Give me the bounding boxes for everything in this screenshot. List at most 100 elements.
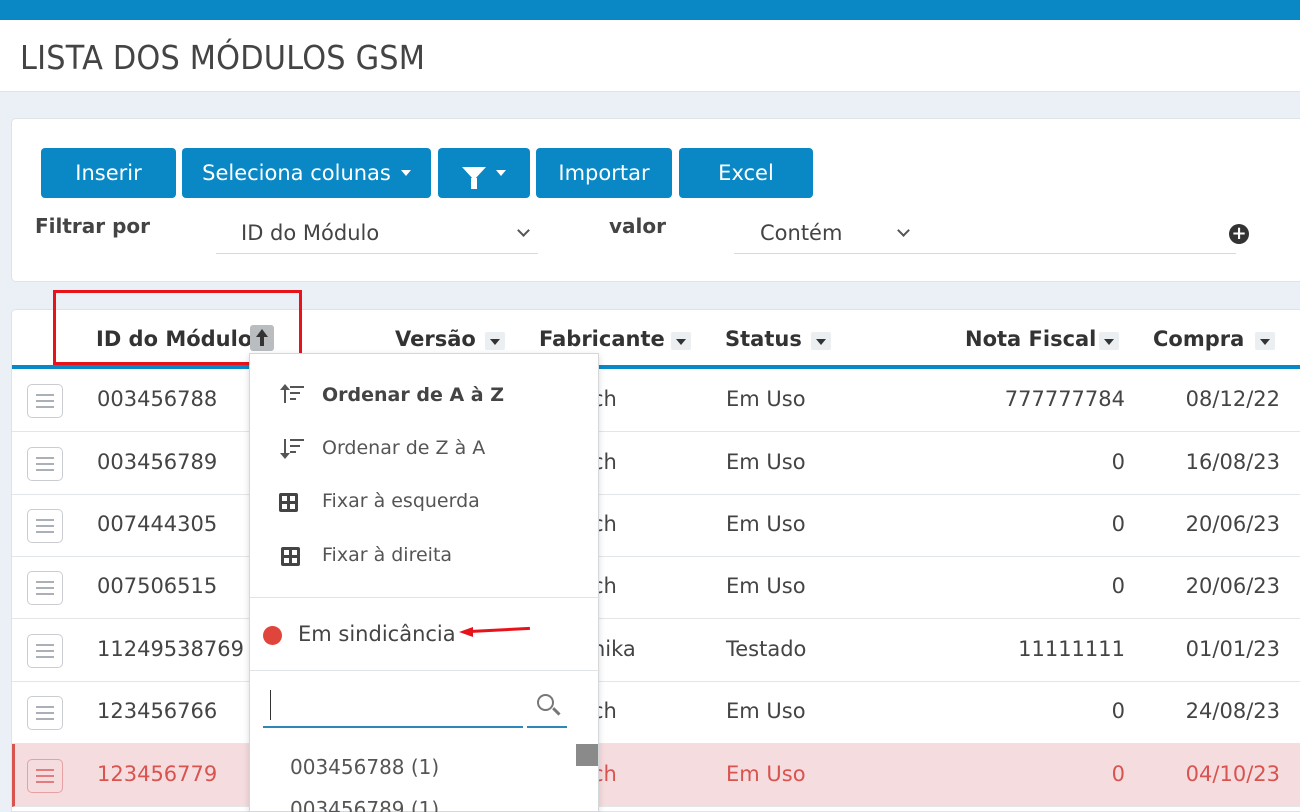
cell-status: Testado bbox=[726, 637, 807, 661]
filter-panel bbox=[11, 118, 1300, 282]
cell-invoice: 0 bbox=[1111, 762, 1125, 786]
value-label: valor bbox=[609, 214, 666, 238]
cell-invoice: 0 bbox=[1111, 450, 1125, 474]
import-button[interactable]: Importar bbox=[536, 148, 672, 198]
cell-purchase: 20/06/23 bbox=[1185, 512, 1280, 536]
table-row[interactable]: 003456789 ch Em Uso 0 16/08/23 bbox=[12, 432, 1300, 495]
cell-invoice: 0 bbox=[1111, 512, 1125, 536]
cell-purchase: 20/06/23 bbox=[1185, 574, 1280, 598]
filter-operator-select[interactable]: Contém bbox=[734, 212, 918, 254]
row-menu-icon[interactable] bbox=[27, 759, 63, 793]
col-header-status[interactable]: Status bbox=[725, 327, 802, 351]
filter-by-label: Filtrar por bbox=[35, 214, 151, 238]
filter-operator-value: Contém bbox=[760, 220, 843, 245]
caret-down-icon bbox=[496, 170, 506, 176]
row-menu-icon[interactable] bbox=[27, 696, 63, 730]
cell-status: Em Uso bbox=[726, 450, 806, 474]
cell-status: Em Uso bbox=[726, 574, 806, 598]
column-menu: Ordenar de A à Z Ordenar de Z à A Fixar … bbox=[249, 353, 600, 812]
cell-id: 11249538769 bbox=[97, 637, 244, 661]
page-title: LISTA DOS MÓDULOS GSM bbox=[20, 38, 426, 77]
data-grid: ID do Módulo Versão Fabricante Status No… bbox=[11, 309, 1300, 812]
menu-item-label: Ordenar de Z à A bbox=[322, 437, 486, 459]
filter-field-select[interactable]: ID do Módulo bbox=[216, 212, 538, 254]
chevron-down-icon bbox=[517, 224, 530, 237]
col-header-manufacturer[interactable]: Fabricante bbox=[539, 327, 665, 351]
divider bbox=[250, 670, 600, 671]
column-search-input[interactable] bbox=[263, 684, 523, 728]
filter-value-input[interactable] bbox=[918, 212, 1236, 254]
status-dot-icon bbox=[263, 626, 282, 645]
status-filter-label[interactable]: Em sindicância bbox=[298, 622, 456, 646]
insert-button-label: Inserir bbox=[75, 161, 142, 185]
filter-menu-button[interactable] bbox=[438, 148, 530, 198]
row-menu-icon[interactable] bbox=[27, 571, 63, 605]
select-columns-button[interactable]: Seleciona colunas bbox=[182, 148, 431, 198]
table-row[interactable]: 007506515 ch Em Uso 0 20/06/23 bbox=[12, 556, 1300, 619]
column-menu-icon[interactable] bbox=[811, 332, 831, 350]
sort-ascending-icon bbox=[280, 384, 306, 406]
col-header-version[interactable]: Versão bbox=[395, 327, 476, 351]
search-icon bbox=[537, 694, 554, 711]
cell-id: 007506515 bbox=[97, 574, 218, 598]
row-menu-icon[interactable] bbox=[27, 509, 63, 543]
cell-status: Em Uso bbox=[726, 762, 806, 786]
menu-item-label: Fixar à direita bbox=[322, 544, 453, 566]
col-header-purchase[interactable]: Compra bbox=[1153, 327, 1244, 351]
cell-status: Em Uso bbox=[726, 512, 806, 536]
menu-item-pin-right[interactable]: Fixar à direita bbox=[250, 514, 600, 566]
column-menu-icon[interactable] bbox=[1255, 332, 1275, 350]
cell-purchase: 24/08/23 bbox=[1185, 699, 1280, 723]
import-button-label: Importar bbox=[558, 161, 650, 185]
pin-left-icon bbox=[279, 493, 298, 512]
menu-item-pin-left[interactable]: Fixar à esquerda bbox=[250, 460, 600, 512]
dropdown-scrollbar[interactable] bbox=[576, 744, 598, 812]
cell-invoice: 0 bbox=[1111, 699, 1125, 723]
col-header-invoice[interactable]: Nota Fiscal bbox=[965, 327, 1096, 351]
add-filter-icon[interactable]: + bbox=[1229, 224, 1249, 244]
menu-item-label: Ordenar de A à Z bbox=[322, 384, 504, 406]
filter-value-item[interactable]: 003456789 (1) bbox=[290, 797, 439, 812]
cell-purchase: 16/08/23 bbox=[1185, 450, 1280, 474]
top-accent-bar bbox=[0, 0, 1300, 20]
cell-purchase: 04/10/23 bbox=[1185, 762, 1280, 786]
column-menu-icon[interactable] bbox=[485, 332, 505, 350]
cell-id: 003456788 bbox=[97, 387, 218, 411]
divider bbox=[250, 597, 600, 598]
cell-id: 123456779 bbox=[97, 762, 218, 786]
cell-id: 007444305 bbox=[97, 512, 218, 536]
column-menu-icon[interactable] bbox=[1099, 332, 1119, 350]
table-row-selected[interactable]: 123456779 ch Em Uso 0 04/10/23 bbox=[12, 744, 1300, 807]
table-row[interactable]: 11249538769 nika Testado 11111111 01/01/… bbox=[12, 619, 1300, 682]
scrollbar-thumb[interactable] bbox=[576, 744, 598, 766]
menu-item-label: Fixar à esquerda bbox=[322, 490, 480, 512]
filter-value-item[interactable]: 003456788 (1) bbox=[290, 755, 439, 779]
menu-item-sort-desc[interactable]: Ordenar de Z à A bbox=[250, 407, 600, 459]
row-menu-icon[interactable] bbox=[27, 447, 63, 481]
insert-button[interactable]: Inserir bbox=[41, 148, 176, 198]
excel-button[interactable]: Excel bbox=[679, 148, 813, 198]
cell-status: Em Uso bbox=[726, 699, 806, 723]
menu-item-sort-asc[interactable]: Ordenar de A à Z bbox=[250, 354, 600, 406]
cell-purchase: 08/12/22 bbox=[1185, 387, 1280, 411]
cell-status: Em Uso bbox=[726, 387, 806, 411]
sort-descending-icon bbox=[280, 437, 306, 459]
column-search-button[interactable] bbox=[527, 684, 567, 728]
chevron-down-icon bbox=[897, 224, 910, 237]
cell-purchase: 01/01/23 bbox=[1185, 637, 1280, 661]
cell-id: 003456789 bbox=[97, 450, 218, 474]
select-columns-label: Seleciona colunas bbox=[202, 161, 391, 185]
row-menu-icon[interactable] bbox=[27, 384, 63, 418]
text-cursor bbox=[270, 690, 271, 720]
filter-field-value: ID do Módulo bbox=[241, 220, 380, 245]
cell-id: 123456766 bbox=[97, 699, 218, 723]
table-row[interactable]: 003456788 ch Em Uso 777777784 08/12/22 bbox=[12, 369, 1300, 432]
cell-invoice: 11111111 bbox=[1018, 637, 1125, 661]
caret-down-icon bbox=[400, 170, 411, 176]
annotation-arrow-head bbox=[459, 627, 473, 637]
column-menu-icon[interactable] bbox=[671, 332, 691, 350]
row-menu-icon[interactable] bbox=[27, 634, 63, 668]
table-row[interactable]: 123456766 ch Em Uso 0 24/08/23 bbox=[12, 681, 1300, 744]
table-row[interactable]: 007444305 ch Em Uso 0 20/06/23 bbox=[12, 494, 1300, 557]
excel-button-label: Excel bbox=[718, 161, 774, 185]
